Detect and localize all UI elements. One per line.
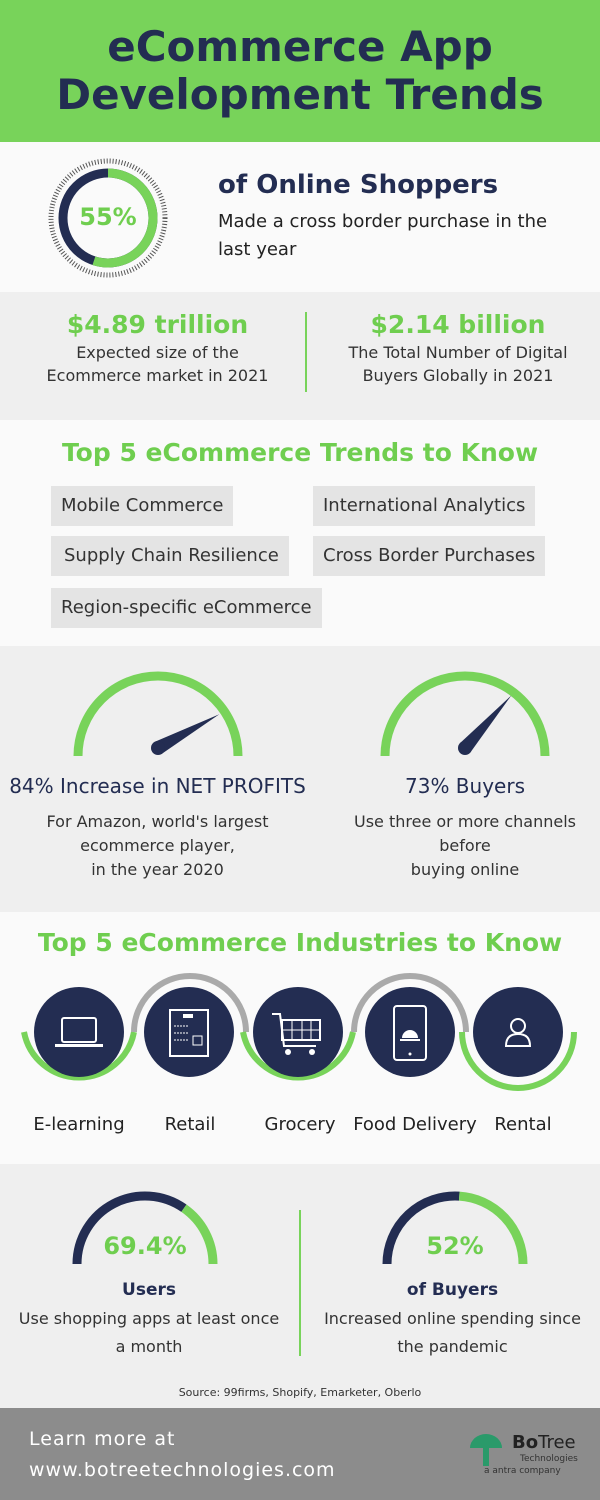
industries-title: Top 5 eCommerce Industries to Know (37, 928, 563, 957)
usage-percent: 69.4% (103, 1232, 187, 1260)
stat-line: Ecommerce market in 2021 (46, 366, 269, 385)
usage-percent: 52% (426, 1232, 484, 1260)
title-line-1: eCommerce App (107, 22, 493, 71)
gauge-line: buying online (410, 860, 520, 879)
trend-pill: Cross Border Purchases (313, 536, 546, 576)
trends-section: Top 5 eCommerce Trends to Know Mobile Co… (0, 420, 600, 646)
industry-label: Rental (494, 1114, 552, 1135)
divider (299, 1210, 301, 1356)
stat-value: $4.89 trillion (66, 310, 249, 339)
footer: Learn more at www.botreetechnologies.com… (0, 1408, 600, 1500)
stat-line: The Total Number of Digital (348, 343, 568, 362)
logo-name-bold: Bo (512, 1432, 539, 1453)
usage-line: Use shopping apps at least once (18, 1309, 280, 1328)
logo-name-rest: Tree (538, 1432, 576, 1453)
usage-heading: of Buyers (406, 1280, 499, 1300)
gauge-hub (458, 741, 472, 755)
vending-machine-icon (144, 987, 234, 1077)
gauge-profits-text: 84% Increase in NET PROFITS For Amazon, … (0, 774, 315, 879)
gauge-line: before (439, 836, 491, 855)
gauge-graphics (73, 671, 550, 757)
usage-line: the pandemic (397, 1337, 508, 1356)
trend-pill: Supply Chain Resilience (51, 536, 289, 576)
shoppers-percent: 55% (79, 203, 137, 231)
trend-pill: Mobile Commerce (51, 486, 234, 526)
botree-logo-icon (470, 1434, 502, 1466)
industry-label: Retail (164, 1114, 216, 1135)
usage-line: Increased online spending since (324, 1309, 581, 1328)
usage-heading: Users (122, 1280, 176, 1300)
industries-section: Top 5 eCommerce Industries to Know E-lea… (0, 912, 600, 1164)
usage-line: a month (115, 1337, 183, 1356)
gauge-buyers-text: 73% Buyers Use three or more channels be… (315, 774, 600, 879)
gauge-line: Use three or more channels (353, 812, 577, 831)
gauge-heading: 73% Buyers (405, 774, 525, 798)
stats-section: $4.89 trillion Expected size of the Ecom… (0, 292, 600, 420)
gauge-line: in the year 2020 (91, 860, 224, 879)
trend-pill: International Analytics (313, 486, 536, 526)
gauge-hub (151, 741, 165, 755)
shoppers-text: Made a cross border purchase in the last… (218, 211, 548, 260)
industry-label: Grocery (264, 1114, 336, 1135)
logo-name: BoTree (512, 1432, 576, 1453)
shoppers-heading: of Online Shoppers (218, 170, 499, 200)
gauge-line: ecommerce player, (80, 836, 235, 855)
logo-sub: Technologies (520, 1454, 578, 1464)
shoppers-section: 55% of Online Shoppers Made a cross bord… (0, 142, 600, 292)
footer-line-1: Learn more at (29, 1428, 176, 1450)
user-icon (473, 987, 563, 1077)
trend-pill: Region-specific eCommerce (51, 588, 322, 628)
usage-users-text: Users Use shopping apps at least once a … (0, 1280, 298, 1356)
gauge-line: For Amazon, world's largest (46, 812, 269, 831)
stat-line: Expected size of the (76, 343, 239, 362)
shopping-cart-icon (253, 987, 343, 1077)
gauges-section: 84% Increase in NET PROFITS For Amazon, … (0, 646, 600, 912)
footer-website-link[interactable]: www.botreetechnologies.com (29, 1459, 336, 1481)
stat-value: $2.14 billion (370, 310, 546, 339)
source-note: Source: 99firms, Shopify, Emarketer, Obe… (178, 1386, 422, 1399)
gauge-heading: 84% Increase in NET PROFITS (9, 774, 306, 798)
header: eCommerce App Development Trends (0, 0, 600, 142)
phone-food-icon (365, 987, 455, 1077)
industry-circles (21, 973, 577, 1091)
title-line-2: Development Trends (56, 70, 544, 119)
logo-tag: a antra company (484, 1466, 561, 1476)
laptop-icon (34, 987, 124, 1077)
trends-title: Top 5 eCommerce Trends to Know (61, 438, 539, 467)
usage-section: 69.4% 52% Users Use shopping apps at lea… (0, 1164, 600, 1408)
industry-label: E-learning (33, 1114, 125, 1135)
stat-market-size: $4.89 trillion Expected size of the Ecom… (0, 310, 315, 385)
stat-line: Buyers Globally in 2021 (362, 366, 554, 385)
usage-buyers-text: of Buyers Increased online spending sinc… (305, 1280, 600, 1356)
stat-digital-buyers: $2.14 billion The Total Number of Digita… (308, 310, 600, 385)
